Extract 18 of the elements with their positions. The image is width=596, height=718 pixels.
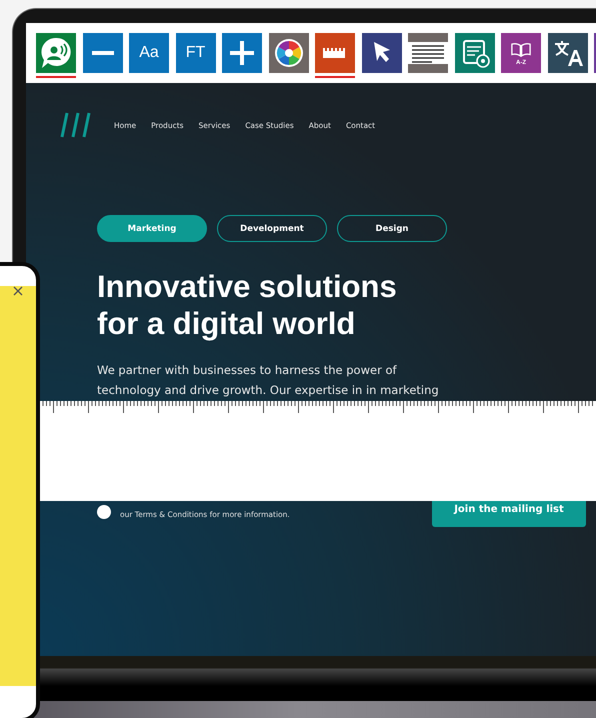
wheel-tool-button[interactable] <box>268 33 308 73</box>
minus-icon <box>92 51 114 55</box>
ruler-tool-button[interactable] <box>315 33 355 73</box>
minus-tool-button[interactable] <box>82 33 122 73</box>
speech-tool-button[interactable] <box>36 33 76 73</box>
consent-checkbox[interactable] <box>97 504 111 518</box>
pointer-tool-button[interactable] <box>362 33 402 73</box>
ruler-icon <box>323 48 347 58</box>
text-tool-button[interactable]: Aa <box>129 33 169 73</box>
text-tool-button[interactable]: FT <box>176 33 216 73</box>
hero-heading: Innovative solutions for a digital world <box>97 268 398 342</box>
close-icon <box>13 286 23 296</box>
category-tab[interactable]: Development <box>217 215 327 242</box>
translate-tool-button[interactable] <box>548 33 588 73</box>
hero-text: We partner with businesses to harness the power of technology and drive growth. Our expertise in in marketing <box>97 362 440 399</box>
reader-tool-button[interactable] <box>454 33 494 73</box>
plus-tool-button[interactable] <box>222 33 262 73</box>
category-tab[interactable]: Design <box>337 215 447 242</box>
